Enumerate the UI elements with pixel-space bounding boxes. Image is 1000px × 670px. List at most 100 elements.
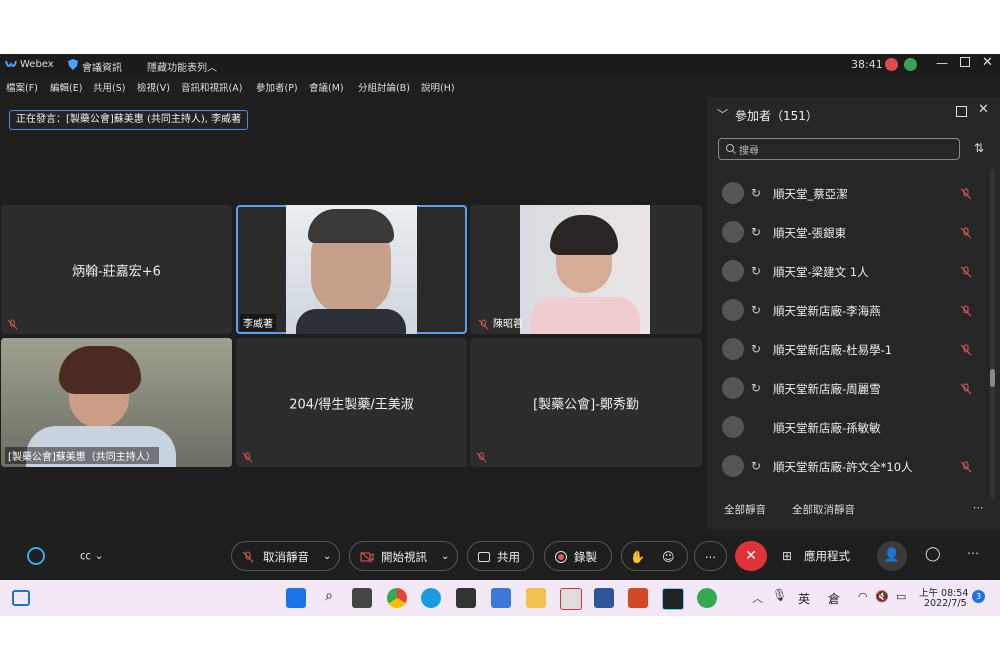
title-bar: Webex 會議資訊 隱藏功能表列 ︿ 38:41 — ✕ xyxy=(0,54,1000,76)
participant-row[interactable]: ↻ 順天堂新店廠-杜易學-1 xyxy=(707,333,987,367)
meeting-controls: ㏄ ⌄ 取消靜音 ⌄ 開始視訊 ⌄ 共用 錄製 ✋ ☺ ⋯ ✕ ⊞ 應用程式 👤… xyxy=(0,534,1000,580)
more-options-icon[interactable]: ⋯ xyxy=(973,502,984,514)
mic-muted-icon[interactable] xyxy=(960,344,972,356)
mute-all-button[interactable]: 全部靜音 xyxy=(724,502,766,517)
chrome-webex-icon[interactable] xyxy=(697,588,717,608)
close-window-button[interactable]: ✕ xyxy=(982,55,993,70)
mic-muted-icon[interactable] xyxy=(960,383,972,395)
file-explorer-icon[interactable] xyxy=(526,588,546,608)
participant-name: 順天堂_蔡亞潔 xyxy=(773,187,848,201)
mic-muted-icon[interactable] xyxy=(960,461,972,473)
participant-row[interactable]: 順天堂新店廠-孫敏敏 xyxy=(707,411,987,445)
edge-icon[interactable] xyxy=(421,588,441,608)
wifi-icon[interactable]: ◠ xyxy=(858,590,868,603)
hide-menu-bar-toggle[interactable]: 隱藏功能表列 xyxy=(147,59,207,74)
mic-muted-tray-icon[interactable]: 🎙 xyxy=(772,588,787,602)
sort-icon[interactable]: ⇅ xyxy=(974,141,984,155)
collapse-panel-chevron-icon[interactable]: ﹀ xyxy=(717,106,728,122)
more-options-button[interactable]: ⋯ xyxy=(694,541,727,571)
powerpoint-icon[interactable] xyxy=(628,588,648,608)
mic-muted-icon[interactable] xyxy=(960,188,972,200)
participant-row[interactable]: ↻ 順天堂-張銀東 xyxy=(707,216,987,250)
participant-video xyxy=(520,205,650,334)
menu-view[interactable]: 檢視(V) xyxy=(137,80,170,94)
menu-edit[interactable]: 編輯(E) xyxy=(50,80,82,94)
menu-help[interactable]: 說明(H) xyxy=(421,80,455,94)
search-icon xyxy=(726,144,736,154)
end-call-button[interactable]: ✕ xyxy=(735,541,767,571)
webex-assistant-icon[interactable] xyxy=(27,547,45,565)
chrome-icon[interactable] xyxy=(387,588,407,608)
notepad-icon[interactable] xyxy=(491,588,511,608)
more-panels-icon[interactable]: ⋯ xyxy=(967,546,979,560)
participant-list-scrollbar[interactable] xyxy=(990,169,995,499)
close-panel-icon[interactable]: ✕ xyxy=(978,102,989,117)
unmute-all-button[interactable]: 全部取消靜音 xyxy=(792,502,855,517)
clock-date[interactable]: 2022/7/5 xyxy=(924,598,967,609)
raise-hand-icon[interactable]: ✋ xyxy=(630,542,645,572)
menu-audio-video[interactable]: 音訊和視訊(A) xyxy=(181,80,242,94)
sticky-notes-icon[interactable] xyxy=(456,588,476,608)
apps-button[interactable]: 應用程式 xyxy=(804,548,850,564)
notification-badge[interactable]: 3 xyxy=(972,590,985,603)
volume-muted-icon[interactable]: 🔇 xyxy=(875,590,889,603)
clock-time[interactable]: 上午 08:54 xyxy=(919,585,968,599)
video-tile-1[interactable]: 炳翰-莊嘉宏+6 xyxy=(1,205,232,334)
apps-icon: ⊞ xyxy=(782,549,793,563)
windows-start-icon[interactable] xyxy=(286,588,306,608)
menu-meeting[interactable]: 會議(M) xyxy=(309,80,344,94)
webex-taskbar-icon[interactable] xyxy=(662,588,684,610)
menu-participants[interactable]: 參加者(P) xyxy=(256,80,298,94)
share-button[interactable]: 共用 xyxy=(467,541,534,571)
input-language-1[interactable]: 英 xyxy=(798,590,810,607)
input-language-2[interactable]: 倉 xyxy=(828,590,840,607)
widgets-icon[interactable] xyxy=(12,590,30,606)
acrobat-icon[interactable] xyxy=(560,588,582,610)
task-view-icon[interactable] xyxy=(352,588,372,608)
captions-icon[interactable]: ㏄ ⌄ xyxy=(80,547,104,563)
chevron-down-icon[interactable]: ⌄ xyxy=(323,542,331,572)
mic-muted-icon[interactable] xyxy=(960,227,972,239)
meeting-info-menu[interactable]: 會議資訊 xyxy=(82,59,122,74)
word-icon[interactable] xyxy=(594,588,614,608)
chevron-down-icon[interactable]: ⌄ xyxy=(441,542,449,572)
avatar xyxy=(722,260,744,282)
video-tile-2[interactable]: 李威著 xyxy=(236,205,467,334)
video-tile-4[interactable]: [製藥公會]蘇美惠（共同主持人） xyxy=(1,338,232,467)
scrollbar-thumb[interactable] xyxy=(990,369,995,387)
search-icon[interactable]: ⌕ xyxy=(319,588,339,608)
participant-search-input[interactable]: 搜尋 xyxy=(718,138,960,160)
menu-breakout[interactable]: 分組討論(B) xyxy=(358,80,410,94)
participant-row[interactable]: ↻ 順天堂-梁建文 1人 xyxy=(707,255,987,289)
participant-row[interactable]: ↻ 順天堂新店廠-周麗雪 xyxy=(707,372,987,406)
menu-share[interactable]: 共用(S) xyxy=(93,80,125,94)
shield-icon xyxy=(68,59,78,70)
mic-muted-icon[interactable] xyxy=(960,266,972,278)
active-speaker-banner: 正在發言：[製藥公會]蘇美惠 (共同主持人), 李威著 xyxy=(9,110,249,130)
participant-row[interactable]: ↻ 順天堂新店廠-許文全*10人 xyxy=(707,450,987,484)
participant-video xyxy=(286,205,417,334)
chevron-up-icon[interactable]: ︿ xyxy=(752,590,763,606)
video-tile-6[interactable]: [製藥公會]-鄭秀勤 xyxy=(470,338,702,467)
minimize-button[interactable]: — xyxy=(936,56,948,70)
participants-title: 參加者（151） xyxy=(735,109,818,123)
participants-toggle-icon[interactable]: 👤 xyxy=(877,541,907,571)
emoji-reaction-icon[interactable]: ☺ xyxy=(662,542,675,572)
record-button[interactable]: 錄製 xyxy=(544,541,612,571)
menu-file[interactable]: 檔案(F) xyxy=(6,80,38,94)
popout-icon[interactable] xyxy=(956,106,967,117)
participant-name: 順天堂新店廠-周麗雪 xyxy=(773,382,881,396)
restore-button[interactable] xyxy=(960,57,970,67)
battery-icon[interactable]: ▭ xyxy=(896,590,906,603)
unmute-button[interactable]: 取消靜音 ⌄ xyxy=(231,541,340,571)
mic-muted-icon xyxy=(242,551,254,563)
meeting-timer: 38:41 xyxy=(851,58,883,71)
participant-row[interactable]: ↻ 順天堂新店廠-李海燕 xyxy=(707,294,987,328)
participant-row[interactable]: ↻ 順天堂_蔡亞潔 xyxy=(707,177,987,211)
mic-muted-icon[interactable] xyxy=(960,305,972,317)
chevron-up-icon[interactable]: ︿ xyxy=(207,59,217,74)
video-tile-3[interactable]: 陳昭蓉 xyxy=(470,205,702,334)
start-video-button[interactable]: 開始視訊 ⌄ xyxy=(349,541,458,571)
chat-icon[interactable]: ◯ xyxy=(925,546,941,562)
video-tile-5[interactable]: 204/得生製藥/王美淑 xyxy=(236,338,467,467)
